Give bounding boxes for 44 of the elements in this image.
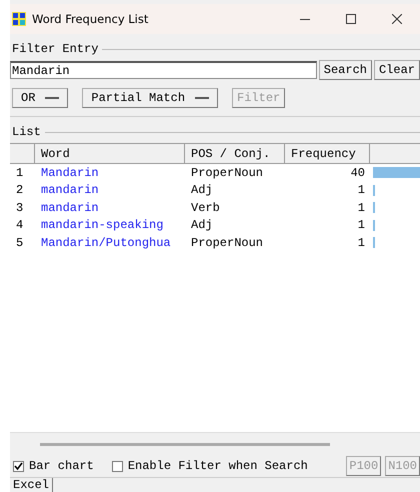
table-cell-text: 1 [356, 218, 366, 232]
excel-tab[interactable]: Excel [10, 478, 54, 492]
table-cell-text: Adj [190, 183, 214, 198]
table-cell-text: mandarin-speaking [40, 218, 164, 232]
column-header[interactable]: Word [35, 144, 185, 164]
logic-dropdown[interactable]: OR [12, 88, 68, 108]
table-cell-text: ProperNoun [190, 166, 264, 180]
frequency-bar [373, 167, 420, 178]
table-cell-text: Adj [190, 218, 214, 232]
window-title: Word Frequency List [32, 12, 150, 26]
app-icon [12, 12, 26, 26]
group-label: Filter Entry [11, 42, 100, 56]
table-cell-text: Mandarin/Putonghua [40, 236, 172, 250]
row-number: 3 [15, 200, 24, 215]
checkbox-option[interactable]: Bar chart [13, 459, 94, 473]
table-cell-text: 1 [356, 200, 366, 215]
search-button[interactable]: Search [318, 60, 372, 80]
table-cell-text: mandarin [40, 183, 100, 198]
row-number: 5 [15, 236, 24, 250]
maximize-icon [346, 14, 356, 24]
table-cell-text: 40 [350, 166, 366, 180]
minimize-icon [300, 18, 310, 20]
search-field[interactable]: Mandarin [10, 61, 317, 79]
checkbox[interactable] [13, 460, 24, 472]
row-number: 2 [15, 183, 24, 198]
match-dropdown[interactable]: Partial Match [82, 88, 218, 108]
caret-icon [195, 96, 210, 100]
checkbox-label: Bar chart [29, 459, 94, 473]
column-header[interactable]: Frequency [285, 144, 370, 164]
table-cell-text: 1 [356, 183, 366, 198]
row-number: 4 [15, 218, 24, 232]
scrollbar-thumb[interactable] [40, 442, 330, 446]
checkbox[interactable] [112, 460, 123, 472]
row-number: 1 [15, 166, 24, 180]
table-cell-text: mandarin [40, 200, 100, 215]
group-label: List [11, 125, 42, 139]
table-cell-text: Mandarin [40, 166, 100, 180]
table-cell-text: ProperNoun [190, 236, 264, 250]
table-cell-text: 1 [356, 236, 366, 250]
clear-button[interactable]: Clear [374, 60, 420, 80]
table-cell-text: Verb [190, 200, 221, 215]
caret-icon [45, 96, 60, 100]
column-header[interactable]: POS / Conj. [185, 144, 285, 164]
close-icon [392, 14, 402, 24]
